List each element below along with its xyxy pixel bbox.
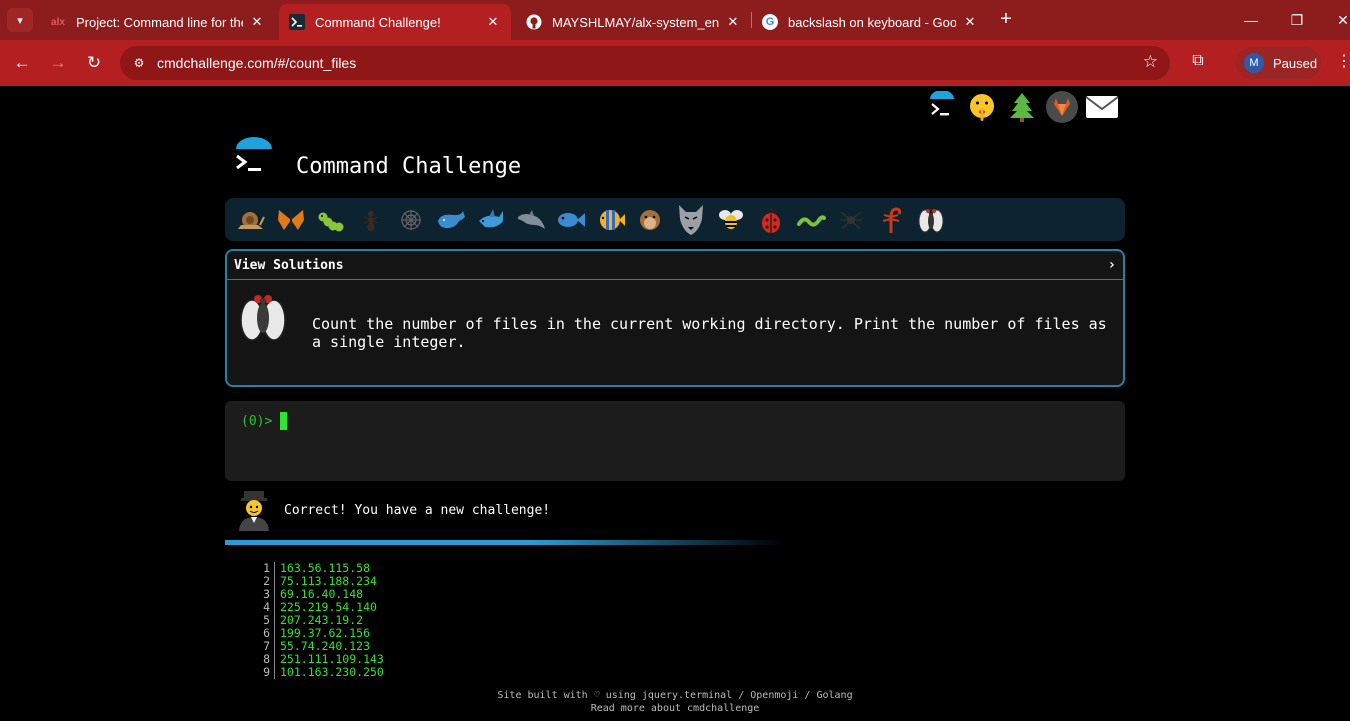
evergreen-tree-icon[interactable] [1005, 90, 1039, 124]
puzzle-icon: ⧉ [1192, 52, 1204, 69]
shushing-face-icon[interactable] [965, 90, 999, 124]
close-window-button[interactable]: ✕ [1328, 8, 1350, 32]
terminal[interactable]: (0)> [225, 401, 1125, 481]
page-content: Command Challenge View Solutions › Count… [0, 87, 1350, 721]
envelope-icon[interactable] [1085, 90, 1119, 124]
challenge-description: Count the number of files in the current… [312, 315, 1107, 351]
extensions-button[interactable]: ⧉ [1187, 52, 1209, 74]
feedback-message: Correct! You have a new challenge! [284, 503, 551, 518]
top-links [925, 90, 1119, 128]
butterfly-icon[interactable] [271, 200, 311, 240]
ip-address: 101.163.230.250 [280, 665, 384, 679]
browser-toolbar: ← → ↻ ⚙ cmdchallenge.com/#/count_files ☆… [0, 40, 1350, 86]
tab-title: Project: Command line for the [76, 14, 243, 30]
fly-icon[interactable] [911, 200, 951, 240]
terminal-icon[interactable] [925, 90, 959, 124]
view-solutions-toggle[interactable]: View Solutions › [227, 251, 1123, 280]
terminal-prompt: (0)> [241, 414, 273, 429]
restore-button[interactable]: ❐ [1282, 8, 1312, 32]
address-bar[interactable]: ⚙ cmdchallenge.com/#/count_files ☆ [120, 46, 1170, 80]
github-icon [526, 14, 542, 30]
reload-icon: ↻ [86, 53, 102, 72]
challenge-creature-bar [225, 198, 1125, 241]
back-button[interactable]: ← [9, 50, 35, 76]
line-number: 9 [255, 666, 275, 679]
chevron-down-icon: ▾ [17, 14, 23, 27]
google-icon: G [762, 14, 778, 30]
chevron-right-icon: › [1107, 257, 1116, 273]
site-logo-icon [230, 137, 278, 185]
ladybug-icon[interactable] [751, 200, 791, 240]
dolphin-icon[interactable] [511, 200, 551, 240]
profile-status: Paused [1273, 55, 1318, 71]
restore-icon: ❐ [1290, 12, 1304, 28]
forward-button[interactable]: → [45, 50, 71, 76]
tropical-fish-icon[interactable] [591, 200, 631, 240]
feedback-area: Correct! You have a new challenge! [225, 487, 1125, 535]
new-tab-button[interactable]: + [995, 9, 1017, 31]
close-icon[interactable]: ✕ [962, 14, 978, 30]
view-solutions-label: View Solutions [234, 257, 344, 273]
fly-icon [237, 290, 289, 346]
pufferfish-icon[interactable] [631, 200, 671, 240]
footer-about-link[interactable]: Read more about cmdchallenge [0, 702, 1350, 715]
close-icon[interactable]: ✕ [725, 14, 741, 30]
arrow-right-icon: → [49, 53, 67, 72]
browser-menu-button[interactable]: ⋮ [1336, 51, 1350, 71]
shark-icon[interactable] [471, 200, 511, 240]
worm-icon[interactable] [791, 200, 831, 240]
bookmark-star-icon[interactable]: ☆ [1143, 52, 1158, 72]
student-face-icon [235, 489, 273, 531]
progress-bar [225, 540, 785, 545]
url-text[interactable]: cmdchallenge.com/#/count_files [157, 55, 356, 71]
minimize-button[interactable]: — [1236, 8, 1266, 32]
tab-title: Command Challenge! [315, 14, 441, 30]
tab-search-button[interactable]: ▾ [7, 8, 33, 32]
profile-button[interactable]: M Paused [1236, 47, 1321, 79]
avatar: M [1244, 53, 1264, 73]
site-info-icon[interactable]: ⚙ [130, 54, 148, 72]
plus-icon: + [1000, 8, 1012, 30]
kebab-menu-icon: ⋮ [1336, 53, 1350, 70]
arrow-left-icon: ← [13, 53, 31, 72]
challenge-panel: View Solutions › Count the number of fil… [225, 249, 1125, 387]
spiderweb-icon[interactable] [391, 200, 431, 240]
scorpion-icon[interactable] [871, 200, 911, 240]
challenge-body: Count the number of files in the current… [227, 280, 1123, 385]
command-output: 1 163.56.115.58 2 75.113.188.234 3 69.16.40… [255, 562, 384, 679]
terminal-cursor[interactable] [280, 412, 287, 430]
tab-command-challenge[interactable]: Command Challenge! ✕ [279, 4, 511, 40]
tab-google-search[interactable]: G backslash on keyboard - Googl ✕ [752, 4, 988, 40]
alx-logo-icon: alx [51, 16, 65, 28]
close-icon[interactable]: ✕ [485, 14, 501, 30]
ant-icon[interactable] [351, 200, 391, 240]
fish-icon[interactable] [551, 200, 591, 240]
gitlab-icon[interactable] [1045, 90, 1079, 124]
close-icon[interactable]: ✕ [249, 14, 265, 30]
caterpillar-icon[interactable] [311, 200, 351, 240]
tab-title: MAYSHLMAY/alx-system_engi [552, 14, 719, 30]
tab-alx-project[interactable]: alx Project: Command line for the ✕ [40, 4, 275, 40]
minimize-icon: — [1244, 12, 1258, 28]
footer: Site built with ♡ using jquery.terminal … [0, 689, 1350, 715]
page-title: Command Challenge [296, 154, 522, 179]
snail-icon[interactable] [231, 200, 271, 240]
footer-credits[interactable]: Site built with ♡ using jquery.terminal … [0, 689, 1350, 702]
whale-icon[interactable] [431, 200, 471, 240]
reload-button[interactable]: ↻ [81, 50, 107, 76]
tab-title: backslash on keyboard - Googl [788, 14, 956, 30]
tab-bar: ▾ alx Project: Command line for the ✕ Co… [0, 0, 1350, 40]
spider-icon[interactable] [831, 200, 871, 240]
bee-icon[interactable] [711, 200, 751, 240]
tab-github[interactable]: MAYSHLMAY/alx-system_engi ✕ [516, 4, 751, 40]
terminal-icon [289, 14, 305, 30]
output-line: 9 101.163.230.250 [255, 666, 384, 679]
close-icon: ✕ [1337, 12, 1349, 28]
wolf-icon[interactable] [671, 200, 711, 240]
